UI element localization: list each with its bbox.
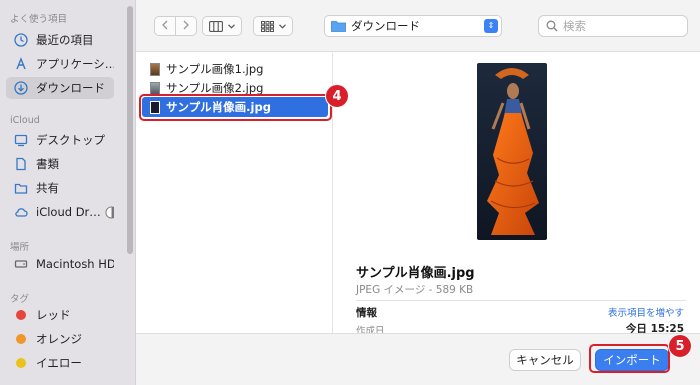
search-icon xyxy=(546,20,558,32)
updown-chevron-icon: ⇕ xyxy=(484,19,498,33)
file-dialog-main: ダウンロード ⇕ 検索 サンプル画像1.jpg サンプル画像2.jpg サンプル… xyxy=(136,0,700,385)
sidebar-item-label: イエロー xyxy=(36,356,82,370)
forward-button[interactable] xyxy=(175,16,197,36)
view-grid-button[interactable] xyxy=(253,16,293,36)
tag-red-dot-icon xyxy=(16,310,26,320)
sidebar-section-favorites: よく使う項目 xyxy=(10,14,68,25)
show-more-link[interactable]: 表示項目を増やす xyxy=(608,305,684,319)
sidebar-item-applications[interactable]: アプリケーシ… xyxy=(6,53,114,75)
sync-progress-icon xyxy=(105,205,114,219)
sidebar-scrollbar[interactable] xyxy=(127,6,133,254)
location-popup[interactable]: ダウンロード ⇕ xyxy=(324,15,502,37)
preview-image xyxy=(477,63,547,240)
sidebar-item-shared[interactable]: 共有 xyxy=(6,177,114,199)
grid-icon xyxy=(260,20,274,32)
file-item[interactable]: サンプル画像1.jpg xyxy=(142,59,328,79)
sidebar-section-tags: タグ xyxy=(10,294,30,305)
sidebar-item-label: 共有 xyxy=(36,181,59,195)
cancel-button[interactable]: キャンセル xyxy=(509,349,581,371)
sidebar-item-label: アプリケーシ… xyxy=(36,57,114,71)
image-thumbnail-icon xyxy=(150,81,160,95)
search-placeholder: 検索 xyxy=(563,19,586,33)
columns-icon xyxy=(209,20,223,32)
chevron-down-icon xyxy=(228,23,235,29)
sidebar-item-label: ダウンロード xyxy=(36,81,105,95)
download-icon xyxy=(14,81,28,95)
cloud-icon xyxy=(14,205,28,219)
divider xyxy=(356,300,686,301)
sidebar-item-recents[interactable]: 最近の項目 xyxy=(6,29,114,51)
step4-badge: 4 xyxy=(325,84,349,108)
step5-highlight xyxy=(589,344,670,373)
sidebar-item-label: 最近の項目 xyxy=(36,33,94,47)
preview-file-kind: JPEG イメージ - 589 KB xyxy=(356,284,474,296)
apps-icon xyxy=(14,57,28,71)
sidebar-item-tag-yellow[interactable]: イエロー xyxy=(6,352,114,374)
sidebar-item-desktop[interactable]: デスクトップ xyxy=(6,129,114,151)
shared-folder-icon xyxy=(14,181,28,195)
sidebar-item-label: 書類 xyxy=(36,157,59,171)
file-name: サンプル画像1.jpg xyxy=(166,62,264,76)
sidebar-item-documents[interactable]: 書類 xyxy=(6,153,114,175)
sidebar-section-locations: 場所 xyxy=(10,242,30,253)
view-columns-button[interactable] xyxy=(202,16,242,36)
preview-pane: サンプル肖像画.jpg JPEG イメージ - 589 KB 情報 表示項目を増… xyxy=(334,53,700,337)
sidebar-item-tag-red[interactable]: レッド xyxy=(6,304,114,326)
chevron-down-icon xyxy=(278,23,286,29)
chevron-right-icon xyxy=(182,20,190,33)
sidebar-item-downloads[interactable]: ダウンロード xyxy=(6,77,114,99)
sidebar-section-icloud: iCloud xyxy=(10,115,40,126)
image-thumbnail-icon xyxy=(150,62,160,76)
sidebar-item-macintosh-hd[interactable]: Macintosh HD xyxy=(6,253,114,275)
sidebar-item-icloud-drive[interactable]: iCloud Dr… xyxy=(6,201,114,223)
tag-orange-dot-icon xyxy=(16,334,26,344)
sidebar-item-label: レッド xyxy=(36,308,71,322)
sidebar-item-label: iCloud Dr… xyxy=(36,205,101,219)
search-field[interactable]: 検索 xyxy=(538,15,688,37)
disk-icon xyxy=(14,257,28,271)
chevron-left-icon xyxy=(161,20,169,33)
sidebar-item-label: デスクトップ xyxy=(36,133,105,147)
preview-file-name: サンプル肖像画.jpg xyxy=(356,266,475,281)
info-heading: 情報 xyxy=(356,307,377,319)
sidebar: よく使う項目 最近の項目 アプリケーシ… ダウンロード iCloud デスクトッ… xyxy=(0,0,136,385)
desktop-icon xyxy=(14,133,28,147)
step4-highlight xyxy=(139,94,332,121)
location-label: ダウンロード xyxy=(351,19,420,33)
toolbar: ダウンロード ⇕ 検索 xyxy=(136,0,700,52)
sidebar-item-tag-orange[interactable]: オレンジ xyxy=(6,328,114,350)
sidebar-item-label: Macintosh HD xyxy=(36,257,114,271)
back-button[interactable] xyxy=(154,16,176,36)
step5-badge: 5 xyxy=(668,334,692,358)
sidebar-item-label: オレンジ xyxy=(36,332,82,346)
tag-yellow-dot-icon xyxy=(16,358,26,368)
clock-icon xyxy=(14,33,28,47)
folder-icon xyxy=(331,20,346,32)
document-icon xyxy=(14,157,28,171)
